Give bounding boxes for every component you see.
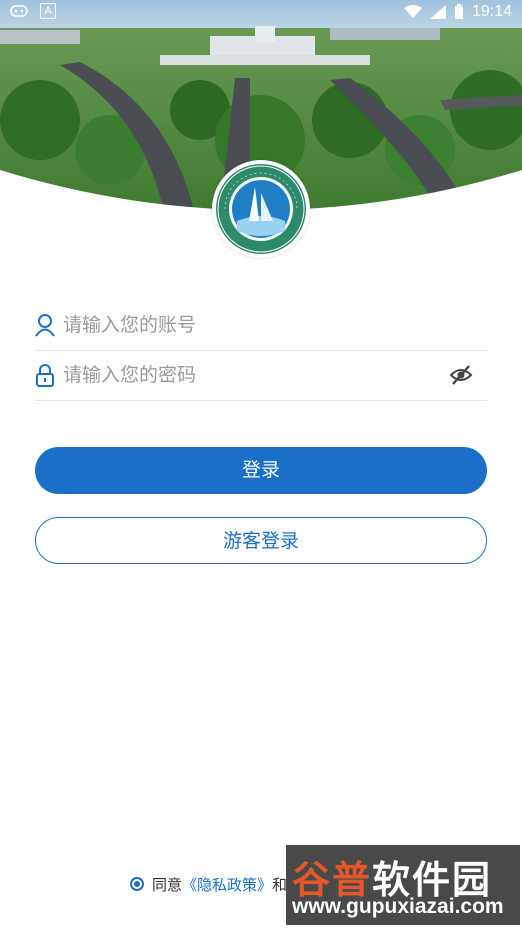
status-time: 19:14 [471, 3, 512, 20]
password-input[interactable] [63, 350, 443, 400]
account-input[interactable] [63, 300, 443, 350]
watermark-url: www.gupuxiazai.com [292, 895, 504, 918]
lock-icon [36, 364, 54, 387]
battery-icon [454, 4, 463, 19]
guest-login-button[interactable]: 游客登录 [35, 517, 487, 564]
agree-radio[interactable] [130, 877, 144, 891]
agree-prefix: 同意 [152, 875, 183, 894]
account-field [35, 300, 487, 351]
notification-badge-icon: A [40, 3, 56, 19]
privacy-policy-link[interactable]: 《隐私政策》 [182, 874, 272, 895]
site-watermark: 谷普软件园 www.gupuxiazai.com [286, 845, 520, 925]
privacy-agreement: 同意 《隐私政策》 和 [130, 873, 287, 895]
cell-signal-icon [429, 5, 446, 19]
gamepad-icon [10, 5, 28, 17]
status-bar: A 19:14 [0, 0, 522, 24]
login-button[interactable]: 登录 [35, 447, 487, 494]
user-icon [35, 314, 55, 337]
password-field [35, 350, 487, 401]
agree-suffix: 和 [272, 875, 288, 894]
college-logo [212, 160, 310, 258]
wifi-icon [403, 5, 422, 18]
eye-off-icon[interactable] [449, 364, 473, 386]
